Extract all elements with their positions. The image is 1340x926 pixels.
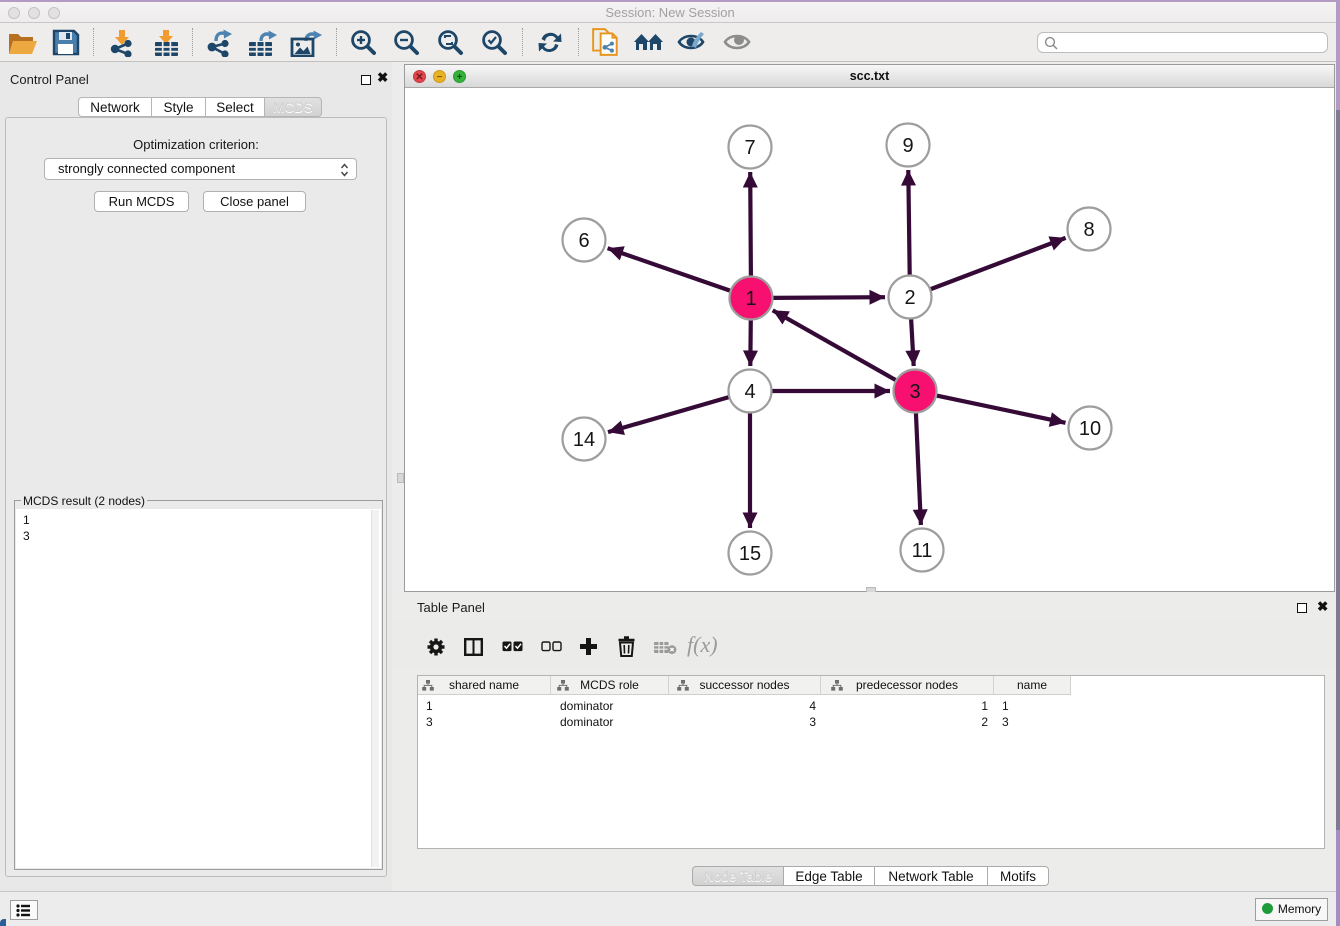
svg-text:14: 14 <box>573 429 595 451</box>
svg-text:3: 3 <box>909 381 920 403</box>
svg-text:10: 10 <box>1079 418 1101 440</box>
svg-text:8: 8 <box>1083 219 1094 241</box>
svg-text:7: 7 <box>744 137 755 159</box>
svg-text:6: 6 <box>578 230 589 252</box>
svg-text:4: 4 <box>744 381 755 403</box>
svg-text:11: 11 <box>912 540 933 562</box>
svg-text:2: 2 <box>904 287 915 309</box>
svg-text:1: 1 <box>745 288 756 310</box>
svg-text:9: 9 <box>902 135 913 157</box>
svg-text:15: 15 <box>739 543 761 565</box>
